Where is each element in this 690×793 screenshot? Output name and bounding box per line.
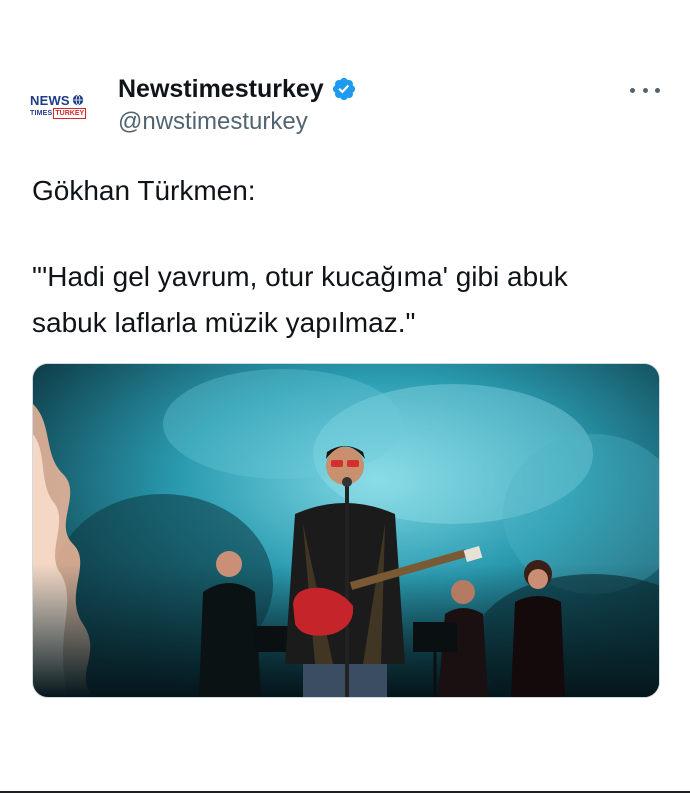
logo-top-row: NEWS bbox=[30, 94, 84, 107]
author-handle[interactable]: @nwstimesturkey bbox=[118, 108, 308, 136]
tweet-text-line-2: "'Hadi gel yavrum, otur kucağıma' gibi a… bbox=[32, 261, 568, 292]
tweet-text-line-3: sabuk laflarla müzik yapılmaz." bbox=[32, 307, 416, 338]
logo-news-text: NEWS bbox=[30, 92, 70, 108]
author-display-name[interactable]: Newstimesturkey bbox=[118, 75, 324, 104]
logo-turkey-text: TURKEY bbox=[53, 107, 87, 119]
more-options-icon[interactable] bbox=[630, 80, 660, 100]
concert-stage-image bbox=[33, 364, 659, 697]
tweet-text-line-1: Gökhan Türkmen: bbox=[32, 175, 256, 206]
more-dot bbox=[630, 87, 635, 93]
tweet-media-photo[interactable] bbox=[32, 363, 660, 698]
verified-badge-icon bbox=[332, 77, 355, 101]
more-dot bbox=[642, 87, 648, 93]
avatar[interactable]: NEWS TIMES TURKEY bbox=[30, 84, 102, 128]
logo-bottom-row: TIMES TURKEY bbox=[30, 107, 87, 119]
logo-times-text: TIMES bbox=[30, 109, 53, 117]
more-dot bbox=[655, 87, 660, 93]
author-name-row: Newstimesturkey bbox=[118, 72, 357, 106]
globe-icon bbox=[72, 94, 84, 106]
